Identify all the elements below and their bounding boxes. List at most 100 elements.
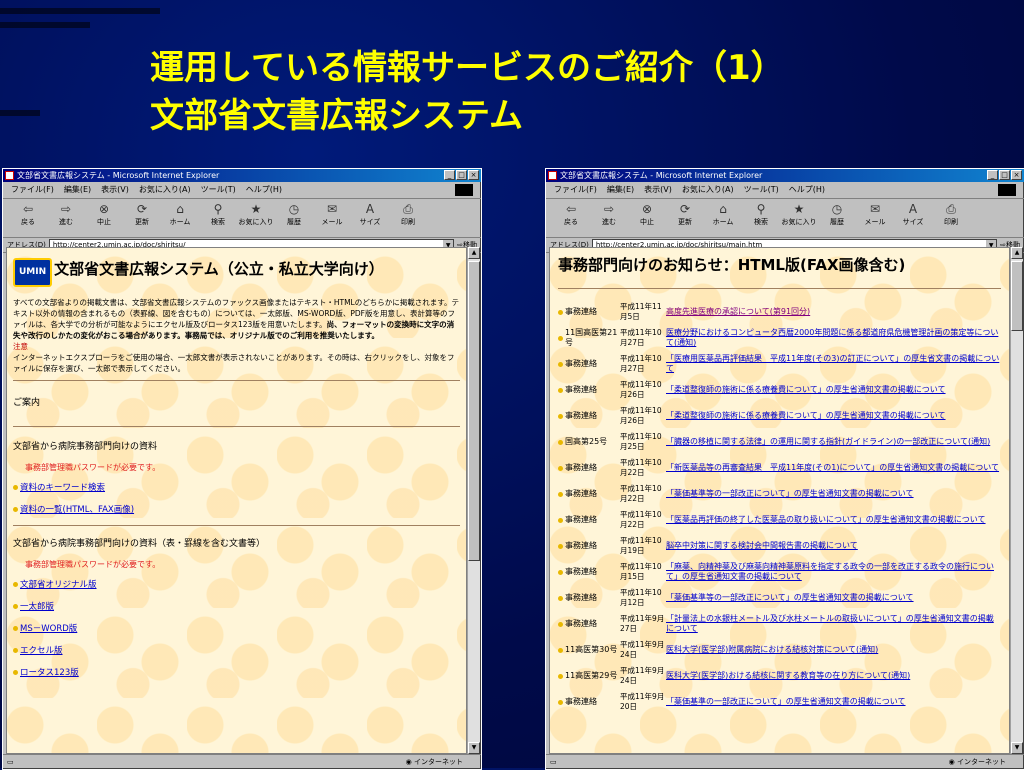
notice-link[interactable]: 「麻薬、向精神薬及び麻薬向精神薬原料を指定する政令の一部を改正する政令の施行につ… — [666, 562, 1001, 582]
vertical-scrollbar[interactable]: ▲ ▼ — [467, 247, 480, 754]
menu-favorites[interactable]: お気に入り(A) — [682, 182, 734, 198]
toolbar-forward-arrow-button[interactable]: ⇨ 進む — [590, 201, 628, 227]
menu-view[interactable]: 表示(V) — [644, 182, 672, 198]
zone-indicator: ◉ インターネット — [948, 758, 1006, 766]
menu-tools[interactable]: ツール(T) — [201, 182, 236, 198]
notice-link[interactable]: 医科大学(医学部)おける結核に関する教育等の在り方について(通知) — [666, 671, 1001, 681]
toolbar-history-button[interactable]: ◷ 履歴 — [818, 201, 856, 227]
window-titlebar[interactable]: 文部省文書広報システム - Microsoft Internet Explore… — [3, 169, 481, 182]
maximize-button[interactable]: □ — [456, 170, 467, 180]
bullet-icon — [558, 335, 563, 341]
toolbar-font-size-button[interactable]: A サイズ — [894, 201, 932, 227]
toolbar-label: メール — [864, 218, 886, 226]
toolbar-print-button[interactable]: ⎙ 印刷 — [389, 201, 427, 227]
link-original[interactable]: 文部省オリジナル版 — [13, 578, 460, 590]
window-titlebar[interactable]: 文部省文書広報システム - Microsoft Internet Explore… — [546, 169, 1024, 182]
notice-link[interactable]: 「柔道整復師の施術に係る療養費について」の厚生省通知文書の掲載について — [666, 385, 1001, 395]
menu-view[interactable]: 表示(V) — [101, 182, 129, 198]
toolbar-label: ホーム — [712, 218, 734, 226]
link-lotus123[interactable]: ロータス123版 — [13, 666, 460, 678]
notice-link[interactable]: 脳卒中対策に関する検討会中間報告書の掲載について — [666, 541, 1001, 551]
notice-link[interactable]: 「新医薬品等の再審査結果 平成11年度(その1)について」の厚生省通知文書の掲載… — [666, 463, 1001, 473]
minimize-button[interactable]: _ — [444, 170, 455, 180]
notice-link[interactable]: 医療分野におけるコンピュータ西暦2000年問題に係る都道府県危機管理計画の策定等… — [666, 328, 1001, 348]
notice-link[interactable]: 「薬価基準の一部改正について」の厚生省通知文書の掲載について — [666, 697, 1001, 707]
toolbar-forward-arrow-button[interactable]: ⇨ 進む — [47, 201, 85, 227]
toolbar-mail-button[interactable]: ✉ メール — [856, 201, 894, 227]
search-icon: ⚲ — [756, 202, 766, 216]
menu-favorites[interactable]: お気に入り(A) — [139, 182, 191, 198]
close-button[interactable]: × — [1011, 170, 1022, 180]
close-button[interactable]: × — [468, 170, 479, 180]
slide-title-line2: 文部省文書広報システム — [150, 96, 523, 136]
scroll-up-icon[interactable]: ▲ — [468, 247, 480, 259]
menu-file[interactable]: ファイル(F) — [11, 182, 54, 198]
notice-list: 事務連絡 平成11年11月5日 高度先進医療の承認について(第91回分) 11国高医第… — [558, 299, 1001, 715]
windows-logo-icon — [998, 184, 1016, 196]
note-label: 注意 — [13, 342, 28, 351]
home-icon: ⌂ — [719, 202, 727, 216]
menu-file[interactable]: ファイル(F) — [554, 182, 597, 198]
toolbar-favorites-button[interactable]: ★ お気に入り — [237, 201, 275, 227]
notice-category: 事務連絡 — [558, 567, 620, 577]
notice-row: 事務連絡 平成11年10月22日 「薬価基準等の一部改正について」の厚生省通知文書の… — [558, 481, 1001, 507]
menu-help[interactable]: ヘルプ(H) — [246, 182, 282, 198]
toolbar-back-arrow-button[interactable]: ⇦ 戻る — [552, 201, 590, 227]
notice-category: 事務連絡 — [558, 515, 620, 525]
notice-link[interactable]: 「臓器の移植に関する法律」の運用に関する指針(ガイドライン)の一部改正について(… — [666, 437, 1001, 447]
notice-date: 平成11年10月26日 — [620, 380, 662, 399]
divider — [13, 525, 460, 526]
left-browser-window: 文部省文書広報システム - Microsoft Internet Explore… — [2, 168, 482, 770]
minimize-button[interactable]: _ — [987, 170, 998, 180]
notice-row: 事務連絡 平成11年10月27日 「医療用医薬品再評価結果 平成11年度(その3)の… — [558, 351, 1001, 377]
toolbar-label: 履歴 — [287, 218, 301, 226]
toolbar-history-button[interactable]: ◷ 履歴 — [275, 201, 313, 227]
scroll-thumb[interactable] — [1011, 261, 1023, 331]
slide-title-line1: 運用している情報サービスのご紹介（1） — [150, 48, 785, 88]
toolbar-favorites-button[interactable]: ★ お気に入り — [780, 201, 818, 227]
notice-link[interactable]: 「薬価基準等の一部改正について」の厚生省通知文書の掲載について — [666, 593, 1001, 603]
scroll-down-icon[interactable]: ▼ — [1011, 742, 1023, 754]
notice-date: 平成11年9月24日 — [620, 666, 665, 685]
toolbar-stop-button[interactable]: ⊗ 中止 — [628, 201, 666, 227]
menu-edit[interactable]: 編集(E) — [64, 182, 91, 198]
maximize-button[interactable]: □ — [999, 170, 1010, 180]
menu-tools[interactable]: ツール(T) — [744, 182, 779, 198]
page-heading: UMIN 文部省文書広報システム（公立・私立大学向け） — [13, 258, 460, 287]
toolbar-label: 進む — [59, 218, 73, 226]
notice-link[interactable]: 医科大学(医学部)附属病院における結核対策について(通知) — [666, 645, 1001, 655]
toolbar-home-button[interactable]: ⌂ ホーム — [704, 201, 742, 227]
toolbar-home-button[interactable]: ⌂ ホーム — [161, 201, 199, 227]
link-keyword-search[interactable]: 資料のキーワード検索 — [13, 481, 460, 493]
toolbar-refresh-button[interactable]: ⟳ 更新 — [666, 201, 704, 227]
toolbar-stop-button[interactable]: ⊗ 中止 — [85, 201, 123, 227]
link-excel[interactable]: エクセル版 — [13, 644, 460, 656]
toolbar-mail-button[interactable]: ✉ メール — [313, 201, 351, 227]
toolbar-back-arrow-button[interactable]: ⇦ 戻る — [9, 201, 47, 227]
toolbar-label: メール — [321, 218, 343, 226]
menu-help[interactable]: ヘルプ(H) — [789, 182, 825, 198]
toolbar-search-button[interactable]: ⚲ 検索 — [742, 201, 780, 227]
notice-link[interactable]: 「医療用医薬品再評価結果 平成11年度(その3)の訂正について」の厚生省文書の掲… — [666, 354, 1001, 374]
toolbar-font-size-button[interactable]: A サイズ — [351, 201, 389, 227]
scroll-down-icon[interactable]: ▼ — [468, 742, 480, 754]
menu-edit[interactable]: 編集(E) — [607, 182, 634, 198]
menu-bar: ファイル(F) 編集(E) 表示(V) お気に入り(A) ツール(T) ヘルプ(… — [546, 182, 1024, 199]
link-document-list[interactable]: 資料の一覧(HTML、FAX画像) — [13, 503, 460, 515]
notice-link[interactable]: 「柔道整復師の施術に係る療養費について」の厚生省通知文書の掲載について — [666, 411, 1001, 421]
notice-row: 国高第25号 平成11年10月25日 「臓器の移植に関する法律」の運用に関する指針(… — [558, 429, 1001, 455]
toolbar-search-button[interactable]: ⚲ 検索 — [199, 201, 237, 227]
link-ichitaro[interactable]: 一太郎版 — [13, 600, 460, 612]
scroll-up-icon[interactable]: ▲ — [1011, 247, 1023, 259]
notice-link[interactable]: 「薬価基準等の一部改正について」の厚生省通知文書の掲載について — [666, 489, 1001, 499]
link-msword[interactable]: MS－WORD版 — [13, 622, 460, 634]
notice-link[interactable]: 「計量法上の水銀柱メートル及び水柱メートルの取扱いについて」の厚生省通知文書の掲… — [666, 614, 1001, 634]
notice-link[interactable]: 高度先進医療の承認について(第91回分) — [666, 307, 1001, 317]
bullet-icon — [558, 491, 563, 497]
notice-link[interactable]: 「医薬品再評価の終了した医薬品の取り扱いについて」の厚生省通知文書の掲載について — [666, 515, 1001, 525]
toolbar-refresh-button[interactable]: ⟳ 更新 — [123, 201, 161, 227]
vertical-scrollbar[interactable]: ▲ ▼ — [1010, 247, 1023, 754]
toolbar-print-button[interactable]: ⎙ 印刷 — [932, 201, 970, 227]
toolbar-label: 戻る — [564, 218, 578, 226]
scroll-thumb[interactable] — [468, 261, 480, 561]
